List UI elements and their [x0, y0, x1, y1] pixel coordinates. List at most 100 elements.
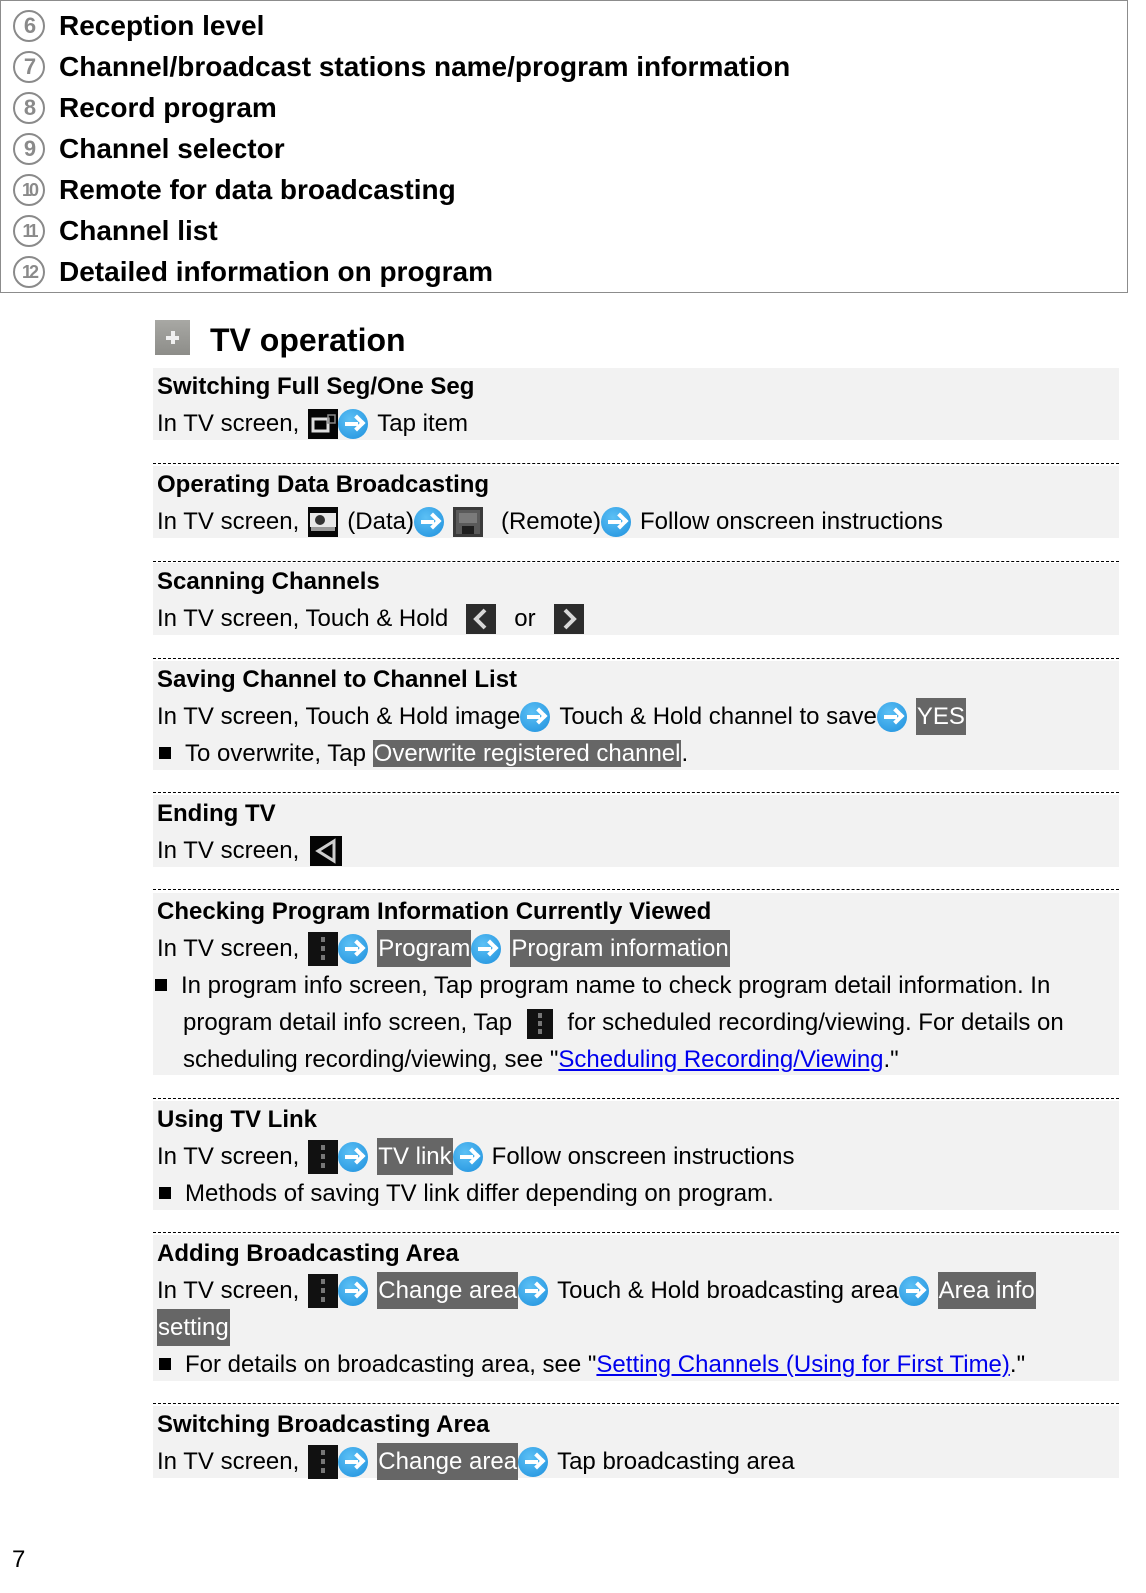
divider	[153, 889, 1119, 890]
note-text: program detail info screen, Tap	[183, 1009, 513, 1036]
arrow-right-icon	[452, 1141, 483, 1172]
tv-link-key[interactable]: TV link	[377, 1138, 453, 1175]
step-text: In TV screen,	[157, 1143, 300, 1170]
operation-title: Operating Data Broadcasting	[157, 471, 490, 498]
operation-title: Adding Broadcasting Area	[157, 1240, 459, 1267]
legend-label: Channel selector	[59, 133, 285, 164]
legend-label: Reception level	[59, 10, 265, 41]
program-information-key[interactable]: Program information	[510, 930, 730, 967]
circled-number: 8	[13, 92, 45, 124]
operation-title: Scanning Channels	[157, 568, 380, 595]
step-text: (Remote)	[500, 508, 602, 535]
setting-channels-link[interactable]: Setting Channels (Using for First Time)	[596, 1351, 1009, 1378]
step-text: Touch & Hold broadcasting area	[557, 1277, 899, 1304]
arrow-right-icon	[338, 1275, 369, 1306]
legend-item: 11 Channel list	[13, 211, 218, 251]
chevron-left-icon	[466, 603, 497, 634]
operation-step: In TV screen, Tap item	[153, 405, 1119, 442]
operation-switching-broadcasting-area: Switching Broadcasting Area In TV screen…	[153, 1406, 1119, 1480]
operation-note: For details on broadcasting area, see "S…	[153, 1346, 1119, 1383]
change-area-key[interactable]: Change area	[377, 1443, 519, 1480]
menu-icon	[308, 1273, 339, 1308]
plus-icon	[155, 320, 190, 355]
step-text: Follow onscreen instructions	[491, 1143, 795, 1170]
step-text: or	[514, 605, 536, 632]
arrow-right-icon	[338, 1446, 369, 1477]
divider	[153, 1403, 1119, 1404]
yes-key[interactable]: YES	[915, 698, 966, 735]
legend-item: 12 Detailed information on program	[13, 252, 493, 292]
operation-note: To overwrite, Tap Overwrite registered c…	[153, 735, 1119, 772]
arrow-right-icon	[601, 506, 632, 537]
arrow-right-icon	[518, 1446, 549, 1477]
note-text: Methods of saving TV link differ dependi…	[185, 1180, 774, 1207]
area-info-setting-key[interactable]: setting	[157, 1309, 230, 1346]
step-text: Tap item	[377, 410, 468, 437]
change-area-key[interactable]: Change area	[377, 1272, 519, 1309]
operation-title: Saving Channel to Channel List	[157, 666, 518, 693]
operation-title: Switching Full Seg/One Seg	[157, 373, 475, 400]
data-broadcast-icon	[308, 506, 339, 537]
menu-icon	[308, 931, 339, 966]
note-text: In program info screen, Tap program name…	[181, 972, 1051, 999]
step-text: (Data)	[347, 508, 414, 535]
back-icon	[310, 835, 343, 866]
divider	[153, 1098, 1119, 1099]
overwrite-registered-channel-key[interactable]: Overwrite registered channel	[372, 740, 682, 767]
step-text: In TV screen,	[157, 410, 300, 437]
arrow-right-icon	[518, 1275, 549, 1306]
page-number: 7	[12, 1546, 26, 1573]
operation-title: Switching Broadcasting Area	[157, 1411, 490, 1438]
legend-item: 9 Channel selector	[13, 129, 285, 169]
legend-label: Detailed information on program	[59, 256, 494, 287]
bullet-icon	[155, 979, 167, 992]
step-text: In TV screen, Touch & Hold	[157, 605, 449, 632]
step-text: In TV screen,	[157, 508, 300, 535]
step-text: In TV screen,	[157, 837, 300, 864]
operation-step: In TV screen, TV link Follow onscreen in…	[153, 1138, 1119, 1175]
note-text: for scheduled recording/viewing. For det…	[567, 1009, 1064, 1036]
remote-icon	[452, 506, 483, 537]
operation-step: In TV screen, Program Program informatio…	[153, 930, 1119, 967]
operation-adding-broadcasting-area: Adding Broadcasting Area In TV screen, C…	[153, 1235, 1119, 1381]
operation-note: Methods of saving TV link differ dependi…	[153, 1175, 1119, 1212]
divider	[153, 1232, 1119, 1233]
operation-saving-channel: Saving Channel to Channel List In TV scr…	[153, 661, 1119, 770]
arrow-right-icon	[520, 701, 551, 732]
area-info-setting-key[interactable]: Area info	[937, 1272, 1036, 1309]
divider	[153, 658, 1119, 659]
operation-switching-seg: Switching Full Seg/One Seg In TV screen,…	[153, 368, 1119, 440]
circled-number: 9	[13, 133, 45, 165]
legend-item: 6 Reception level	[13, 6, 264, 46]
operation-step: In TV screen, Change area Tap broadcasti…	[153, 1443, 1119, 1480]
arrow-right-icon	[338, 1141, 369, 1172]
arrow-right-icon	[876, 701, 907, 732]
section-title: TV operation	[210, 322, 406, 358]
section-heading: TV operation	[155, 320, 406, 359]
divider	[153, 561, 1119, 562]
operation-step: In TV screen, Change area Touch & Hold b…	[153, 1272, 1119, 1309]
scheduling-recording-link[interactable]: Scheduling Recording/Viewing	[558, 1046, 883, 1073]
legend-label: Record program	[59, 92, 277, 123]
arrow-right-icon	[471, 933, 502, 964]
legend-label: Channel list	[59, 215, 218, 246]
note-text: For details on broadcasting area, see "	[185, 1351, 597, 1378]
note-text: .	[681, 740, 689, 767]
operation-using-tv-link: Using TV Link In TV screen, TV link Foll…	[153, 1101, 1119, 1210]
arrow-right-icon	[898, 1275, 929, 1306]
divider	[153, 463, 1119, 464]
legend-label: Channel/broadcast stations name/program …	[59, 51, 791, 82]
arrow-right-icon	[338, 933, 369, 964]
chevron-right-icon	[553, 603, 584, 634]
legend-box: 6 Reception level 7 Channel/broadcast st…	[0, 0, 1128, 293]
program-key[interactable]: Program	[377, 930, 472, 967]
operation-step: In TV screen, Touch & Hold or	[153, 600, 1119, 637]
menu-icon	[308, 1139, 339, 1174]
bullet-icon	[159, 747, 171, 760]
operation-checking-program-info: Checking Program Information Currently V…	[153, 893, 1119, 1075]
circled-number: 10	[13, 174, 45, 206]
legend-item: 7 Channel/broadcast stations name/progra…	[13, 47, 790, 87]
operation-data-broadcasting: Operating Data Broadcasting In TV screen…	[153, 466, 1119, 538]
step-text: In TV screen,	[157, 1448, 300, 1475]
note-text: ."	[883, 1046, 899, 1073]
